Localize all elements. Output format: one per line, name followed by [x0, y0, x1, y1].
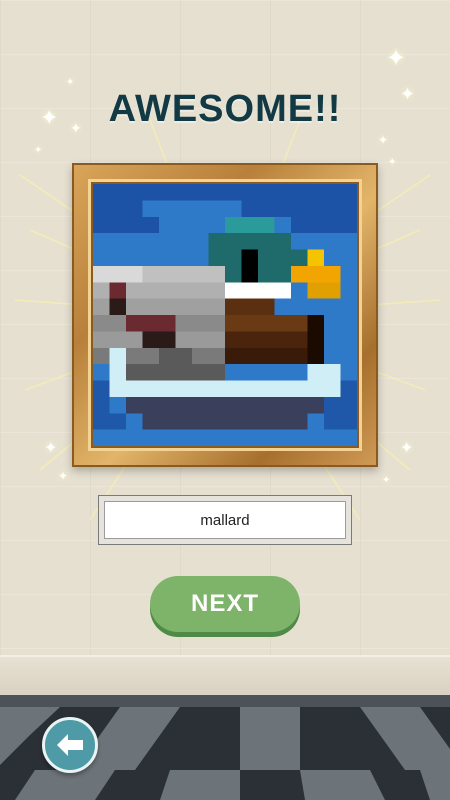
back-button[interactable] [42, 717, 98, 773]
answer-name-text: mallard [200, 511, 250, 529]
sparkle-star-icon: ✦ [400, 438, 414, 457]
sparkle-star-icon: ✦ [386, 44, 407, 72]
sparkle-star-icon: ✦ [44, 438, 58, 457]
sparkle-star-icon: ✦ [66, 77, 75, 88]
mallard-pixel-art [93, 184, 357, 446]
answer-name-box: mallard [98, 495, 352, 545]
next-button[interactable]: NEXT [150, 576, 300, 632]
result-title: AWESOME!! [108, 88, 342, 130]
sparkle-star-icon: ✦ [34, 145, 43, 156]
wall-baseboard [0, 655, 450, 697]
picture-frame [72, 163, 378, 467]
sparkle-star-icon: ✦ [388, 157, 397, 168]
back-arrow-icon [57, 734, 83, 756]
sparkle-star-icon: ✦ [382, 475, 391, 486]
sparkle-star-icon: ✦ [378, 133, 389, 147]
picture-frame-inner [88, 179, 362, 451]
sparkle-star-icon: ✦ [58, 469, 69, 483]
